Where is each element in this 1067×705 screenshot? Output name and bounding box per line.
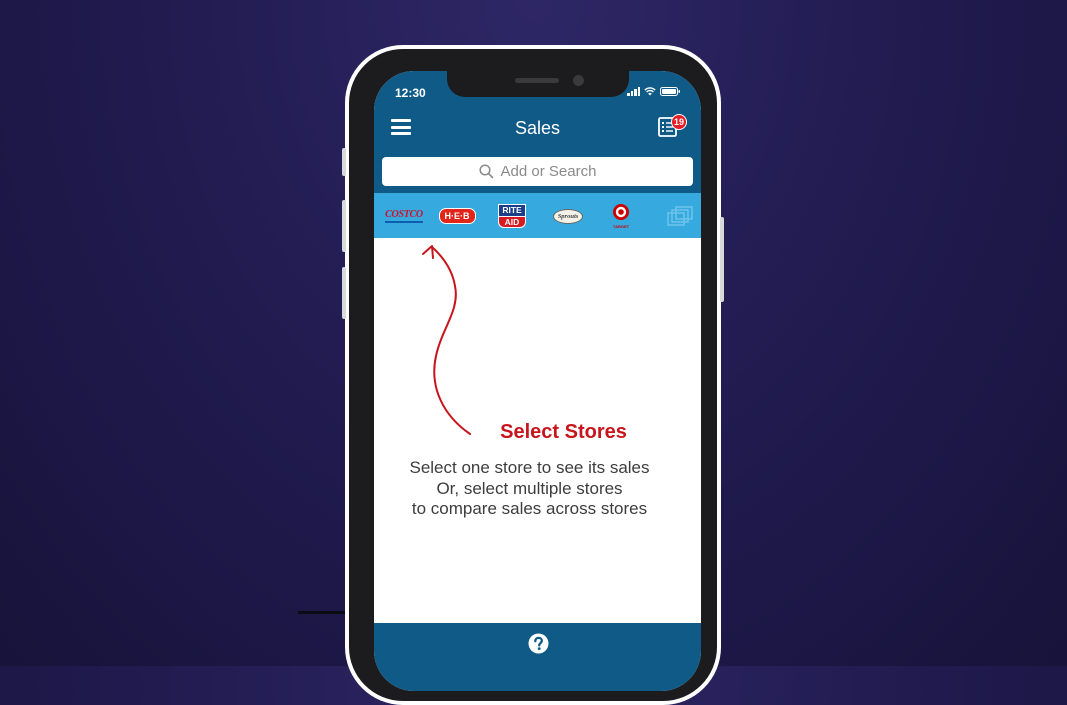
- rite-aid-logo-top: RITE: [498, 204, 526, 217]
- store-logo-heb[interactable]: H·E·B: [436, 201, 478, 231]
- status-time: 12:30: [395, 86, 426, 100]
- search-icon: [478, 164, 493, 179]
- search-bar: Add or Search: [374, 153, 701, 193]
- shopping-list-icon[interactable]: 19: [657, 114, 687, 140]
- page-title: Sales: [514, 118, 561, 138]
- description-line-3: to compare sales across stores: [411, 499, 648, 518]
- store-logo-sprouts[interactable]: Sprouts: [550, 201, 586, 231]
- rite-aid-logo-bottom: AID: [498, 216, 526, 228]
- empty-state-panel: Select Stores Select one store to see it…: [374, 238, 701, 623]
- store-selector-bar: COSTCO H·E·B RITE AID Sprouts TARGET: [374, 193, 701, 238]
- volume-down-button: [342, 267, 346, 319]
- speaker-grille: [515, 78, 559, 83]
- store-logo-costco[interactable]: COSTCO: [382, 201, 426, 231]
- signal-icon: [627, 87, 640, 96]
- select-stores-title: Select Stores: [500, 421, 627, 443]
- front-camera: [573, 75, 584, 86]
- select-stores-heading: Select Stores: [374, 421, 701, 444]
- costco-logo-text: COSTCO: [385, 208, 423, 220]
- store-logo-rite-aid[interactable]: RITE AID: [494, 201, 530, 231]
- background-line: [298, 611, 348, 614]
- app-screen: 12:30 Sales 19 Add or Search COSTCO H·E·…: [374, 71, 701, 691]
- status-icons: [627, 87, 681, 96]
- help-icon[interactable]: [528, 633, 549, 654]
- search-placeholder: Add or Search: [500, 163, 597, 180]
- power-button: [720, 217, 724, 302]
- search-input[interactable]: Add or Search: [382, 157, 693, 186]
- bottom-bar: [374, 623, 701, 691]
- stores-overflow-icon[interactable]: [662, 201, 698, 231]
- wifi-icon: [644, 87, 656, 96]
- list-count-badge: 19: [671, 114, 687, 130]
- target-bullseye-icon: [613, 204, 629, 220]
- volume-up-button: [342, 200, 346, 252]
- description-line-1: Select one store to see its sales: [409, 458, 650, 477]
- phone-body: 12:30 Sales 19 Add or Search COSTCO H·E·…: [349, 49, 717, 701]
- arrow-annotation-icon: [422, 245, 471, 435]
- description-line-2: Or, select multiple stores: [436, 478, 623, 498]
- phone-frame: 12:30 Sales 19 Add or Search COSTCO H·E·…: [342, 45, 724, 705]
- sprouts-logo-text: Sprouts: [553, 208, 583, 224]
- battery-icon: [660, 87, 681, 96]
- heb-logo-text: H·E·B: [438, 208, 476, 224]
- target-logo-text: TARGET: [612, 224, 630, 229]
- mute-switch: [342, 148, 346, 176]
- empty-state-description: Select one store to see its sales Or, se…: [374, 458, 685, 520]
- phone-notch: [447, 71, 629, 97]
- store-logo-target[interactable]: TARGET: [605, 201, 637, 231]
